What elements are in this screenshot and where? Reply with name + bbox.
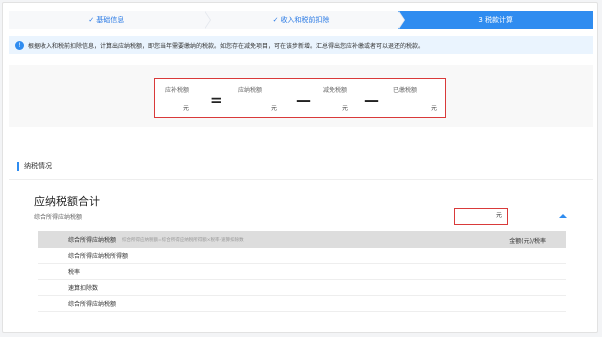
table-row: 综合所得应纳税所得额 bbox=[38, 248, 566, 264]
tax-paid-unit: 元 bbox=[431, 105, 438, 112]
tax-detail-table: 综合所得应纳税额 综合所得应纳税额=综合所得应纳税所得额×税率-速算扣除数 金额… bbox=[38, 231, 566, 312]
tax-relief-label: 减免税额 bbox=[323, 87, 348, 94]
tax-payable-unit: 元 bbox=[271, 105, 278, 112]
tax-calculation-page: ✓ 基础信息 ✓ 收入和税前扣除 3 税款计算 ! 根据收入和税前扣除信息，计算… bbox=[2, 2, 598, 333]
check-icon: ✓ bbox=[88, 16, 95, 24]
payable-supplement-label: 应补税额 bbox=[165, 87, 190, 94]
step-label: 基础信息 bbox=[96, 16, 125, 24]
formula-panel: 应补税额 元 = 应纳税额 元 — 减免税额 元 — 已缴税额 元 bbox=[9, 65, 593, 127]
info-notice: ! 根据收入和税前扣除信息，计算出应纳税额，即您当年需要缴纳的税款。如您存在减免… bbox=[9, 36, 593, 54]
notice-text: 根据收入和税前扣除信息，计算出应纳税额，即您当年需要缴纳的税款。如您存在减免项目… bbox=[28, 42, 425, 50]
chevron-right-icon bbox=[203, 11, 210, 29]
step-label: 收入和税前扣除 bbox=[280, 16, 330, 24]
step-progress: ✓ 基础信息 ✓ 收入和税前扣除 3 税款计算 bbox=[9, 11, 594, 29]
row-label: 综合所得应纳税所得额 bbox=[68, 253, 129, 260]
table-row: 速算扣除数 bbox=[38, 280, 566, 296]
collapse-caret-icon[interactable] bbox=[559, 214, 567, 218]
step-income-deduction[interactable]: ✓ 收入和税前扣除 bbox=[203, 11, 406, 29]
row-label: 税率 bbox=[68, 269, 81, 276]
row-label: 速算扣除数 bbox=[68, 285, 99, 292]
tax-formula: 应补税额 元 = 应纳税额 元 — 减免税额 元 — 已缴税额 元 bbox=[154, 78, 446, 118]
info-icon: ! bbox=[15, 40, 24, 50]
tax-payable-label: 应纳税额 bbox=[238, 87, 263, 94]
tax-paid-label: 已缴税额 bbox=[393, 87, 418, 94]
payable-supplement-unit: 元 bbox=[183, 105, 190, 112]
section-title: 纳税情况 bbox=[24, 162, 52, 170]
chevron-right-icon bbox=[398, 11, 405, 29]
header-label: 综合所得应纳税额 bbox=[68, 237, 117, 244]
row-label: 综合所得应纳税额 bbox=[68, 301, 117, 308]
total-tax-subtitle: 综合所得应纳税额 bbox=[34, 214, 83, 221]
table-header: 综合所得应纳税额 综合所得应纳税额=综合所得应纳税所得额×税率-速算扣除数 金额… bbox=[38, 231, 566, 248]
step-basic-info[interactable]: ✓ 基础信息 bbox=[9, 11, 211, 29]
section-marker bbox=[17, 161, 19, 171]
section-heading: 纳税情况 bbox=[17, 161, 52, 171]
step-tax-calculation[interactable]: 3 税款计算 bbox=[398, 11, 594, 29]
equals-sign: = bbox=[210, 91, 223, 109]
total-tax-title: 应纳税额合计 bbox=[34, 195, 100, 208]
table-row: 综合所得应纳税额 bbox=[38, 296, 566, 312]
divider bbox=[9, 179, 593, 180]
step-label: 3 税款计算 bbox=[478, 16, 514, 24]
minus-sign: — bbox=[364, 91, 379, 109]
minus-sign: — bbox=[296, 91, 311, 109]
check-icon: ✓ bbox=[272, 16, 279, 24]
total-tax-amount: 元 bbox=[454, 208, 508, 225]
table-row: 税率 bbox=[38, 264, 566, 280]
tax-relief-unit: 元 bbox=[342, 105, 349, 112]
header-formula-hint: 综合所得应纳税额=综合所得应纳税所得额×税率-速算扣除数 bbox=[122, 237, 244, 243]
header-amount-rate: 金额(元)/税率 bbox=[509, 238, 546, 245]
